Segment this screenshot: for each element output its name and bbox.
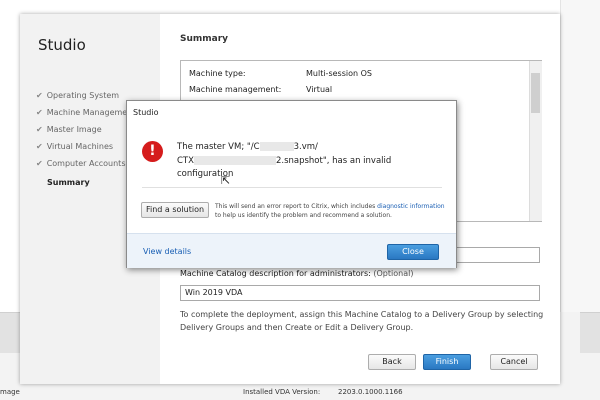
checkmark-icon: ✔ [36, 91, 43, 100]
summary-scrollbar[interactable] [529, 61, 542, 221]
summary-value-machine-management: Virtual [306, 85, 333, 94]
message-fragment: 2.snapshot", has an invalid [275, 156, 392, 166]
find-solution-button[interactable]: Find a solution [141, 202, 209, 218]
error-message-line-2: CTX 2.snapshot", has an invalid [177, 156, 391, 166]
nav-item-label: Machine Management [46, 108, 136, 117]
background-strip-right [580, 312, 600, 353]
nav-item-label: Computer Accounts [46, 159, 126, 168]
description-input-value: Win 2019 VDA [185, 288, 243, 297]
error-report-text: This will send an error report to Citrix… [215, 202, 445, 220]
nav-item-label: Summary [47, 178, 90, 187]
message-fragment: The master VM; "/C [177, 142, 260, 152]
error-dialog: Studio ! The master VM; "/C 3.vm/ CTX 2.sn… [126, 100, 457, 268]
view-details-link[interactable]: View details [143, 247, 191, 256]
wizard-title: Studio [38, 36, 86, 54]
report-text-part: to help us identify the problem and reco… [215, 212, 392, 219]
summary-key-machine-management: Machine management: [189, 85, 282, 94]
installed-vda-value: 2203.0.1000.1166 [338, 388, 403, 396]
nav-item-operating-system[interactable]: ✔ Operating System [36, 91, 156, 100]
description-input[interactable]: Win 2019 VDA [180, 285, 540, 301]
scrollbar-thumb[interactable] [531, 73, 540, 113]
summary-value-machine-type: Multi-session OS [306, 69, 372, 78]
background-panel-right [560, 0, 600, 312]
dialog-footer: View details Close [127, 233, 456, 268]
description-label-text: Machine Catalog description for administ… [180, 269, 371, 278]
back-button[interactable]: Back [368, 354, 416, 370]
message-fragment: CTX [177, 156, 194, 166]
checkmark-icon: ✔ [36, 159, 43, 168]
error-icon: ! [142, 141, 163, 162]
background-strip-left [0, 312, 20, 353]
section-title: Summary [180, 34, 229, 44]
background-left-text: mage [0, 388, 20, 396]
diagnostic-information-link[interactable]: diagnostic information [377, 203, 444, 210]
nav-item-label: Operating System [46, 91, 120, 100]
report-text-part: This will send an error report to Citrix… [215, 203, 378, 210]
checkmark-icon: ✔ [36, 125, 43, 134]
background-panel-left [0, 0, 20, 312]
redacted-text [193, 156, 276, 165]
checkmark-icon: ✔ [36, 108, 43, 117]
checkmark-icon: ✔ [36, 142, 43, 151]
optional-tag: (Optional) [373, 269, 414, 278]
close-button[interactable]: Close [387, 244, 439, 260]
info-text: To complete the deployment, assign this … [180, 310, 544, 332]
description-label: Machine Catalog description for administ… [180, 269, 413, 278]
message-fragment: 3.vm/ [293, 142, 318, 152]
cancel-button[interactable]: Cancel [490, 354, 538, 370]
dialog-divider [142, 187, 442, 188]
nav-item-label: Master Image [46, 125, 102, 134]
summary-key-machine-type: Machine type: [189, 69, 246, 78]
error-message-line-1: The master VM; "/C 3.vm/ [177, 142, 318, 152]
redacted-text [259, 142, 294, 151]
finish-button[interactable]: Finish [423, 354, 471, 370]
dialog-titlebar[interactable]: Studio [127, 101, 456, 123]
nav-item-label: Virtual Machines [46, 142, 114, 151]
mouse-cursor-icon: ⇱ [221, 174, 231, 187]
installed-vda-label: Installed VDA Version: [243, 388, 321, 396]
dialog-title: Studio [133, 108, 159, 117]
